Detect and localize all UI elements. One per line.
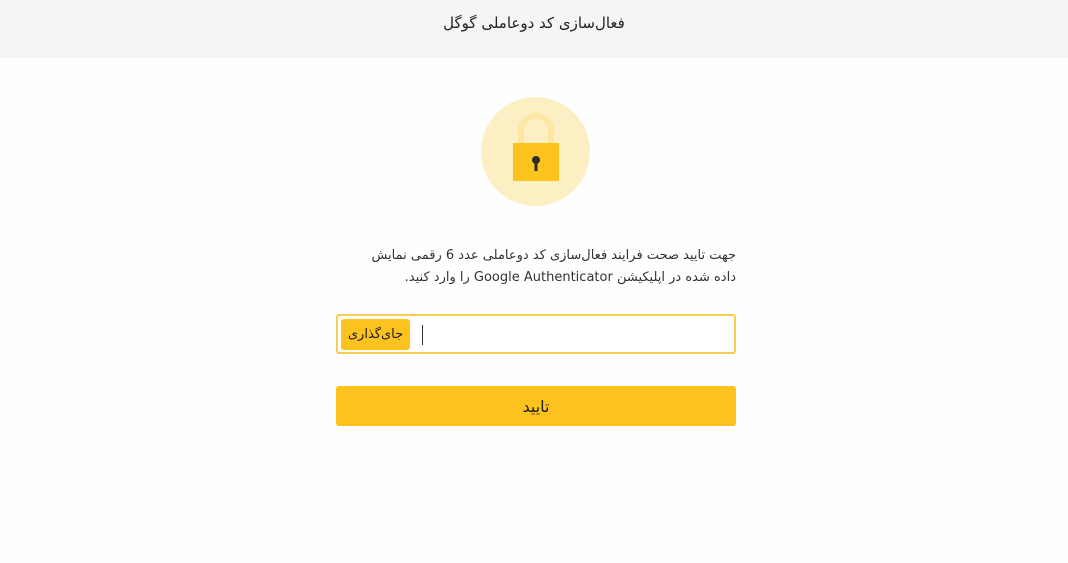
submit-button[interactable]: تایید: [336, 386, 736, 426]
instruction-line-2: داده شده در اپلیکیشن Google Authenticato…: [404, 270, 736, 285]
verification-code-input[interactable]: [422, 316, 728, 352]
instruction-line-1: جهت تایید صحت فرایند فعال‌سازی کد دوعامل…: [371, 248, 736, 263]
lock-badge: [481, 97, 590, 206]
code-field: جای‌گذاری: [336, 314, 736, 354]
paste-button[interactable]: جای‌گذاری: [341, 319, 410, 350]
page: فعال‌سازی کد دوعاملی گوگل جهت تایید صحت …: [0, 0, 1068, 563]
instruction-text: جهت تایید صحت فرایند فعال‌سازی کد دوعامل…: [336, 245, 736, 289]
text-caret: [422, 325, 423, 345]
page-title: فعال‌سازی کد دوعاملی گوگل: [443, 14, 625, 32]
header: فعال‌سازی کد دوعاملی گوگل: [0, 0, 1068, 58]
lock-icon: [513, 113, 559, 181]
